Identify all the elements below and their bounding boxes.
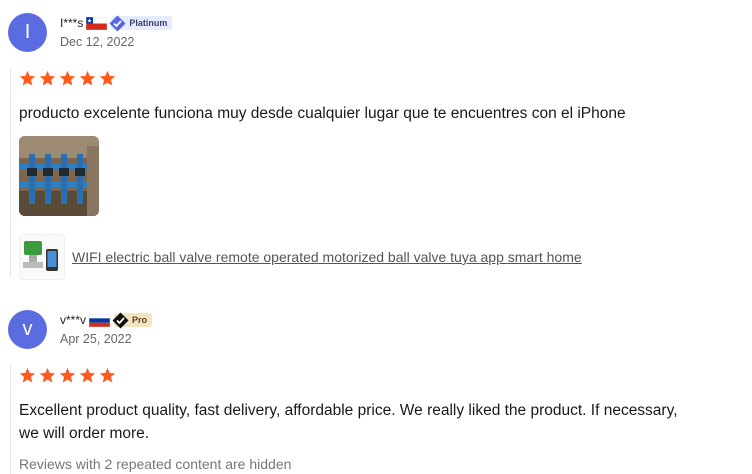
- star-icon: [79, 70, 96, 86]
- hidden-reviews-note: Reviews with 2 repeated content are hidd…: [19, 456, 292, 472]
- reviewer-name: I***s: [60, 16, 84, 30]
- review-text-line: we will order more.: [19, 425, 150, 442]
- divider: [10, 68, 11, 278]
- diamond-icon: [109, 15, 126, 32]
- review-text: Excellent product quality, fast delivery…: [19, 399, 752, 445]
- star-icon: [99, 367, 116, 383]
- star-icon: [59, 70, 76, 86]
- review-text: producto excelente funciona muy desde cu…: [19, 105, 626, 122]
- star-rating: [19, 367, 116, 384]
- star-icon: [79, 367, 96, 383]
- star-icon: [19, 367, 36, 383]
- divider: [10, 365, 11, 474]
- reviewer-name: v***v: [60, 313, 87, 327]
- review-card: v v***v Pro Apr 25, 2022 Excellent produ…: [0, 300, 752, 474]
- diamond-icon: [112, 312, 129, 329]
- badge-label: Pro: [132, 315, 148, 325]
- chile-flag-icon: [86, 16, 108, 30]
- reviewer-info: v***v Pro: [60, 311, 153, 329]
- russia-flag-icon: [89, 313, 111, 327]
- star-icon: [39, 367, 56, 383]
- review-photo[interactable]: [19, 136, 99, 216]
- pro-badge: Pro: [112, 312, 153, 329]
- review-date: Apr 25, 2022: [60, 332, 132, 346]
- review-date: Dec 12, 2022: [60, 35, 135, 49]
- review-text-line: Excellent product quality, fast delivery…: [19, 402, 678, 419]
- star-icon: [59, 367, 76, 383]
- star-icon: [99, 70, 116, 86]
- avatar[interactable]: I: [8, 13, 47, 52]
- star-icon: [19, 70, 36, 86]
- avatar[interactable]: v: [8, 310, 47, 349]
- star-icon: [39, 70, 56, 86]
- product-link[interactable]: WIFI electric ball valve remote operated…: [72, 249, 582, 265]
- review-card: I I***s Platinum Dec 12, 2022 producto e…: [0, 0, 752, 290]
- star-rating: [19, 70, 116, 87]
- product-link-row[interactable]: WIFI electric ball valve remote operated…: [19, 234, 582, 280]
- platinum-badge: Platinum: [109, 15, 173, 32]
- reviewer-info: I***s Platinum: [60, 14, 173, 32]
- badge-label: Platinum: [129, 18, 168, 28]
- product-thumbnail[interactable]: [19, 234, 65, 280]
